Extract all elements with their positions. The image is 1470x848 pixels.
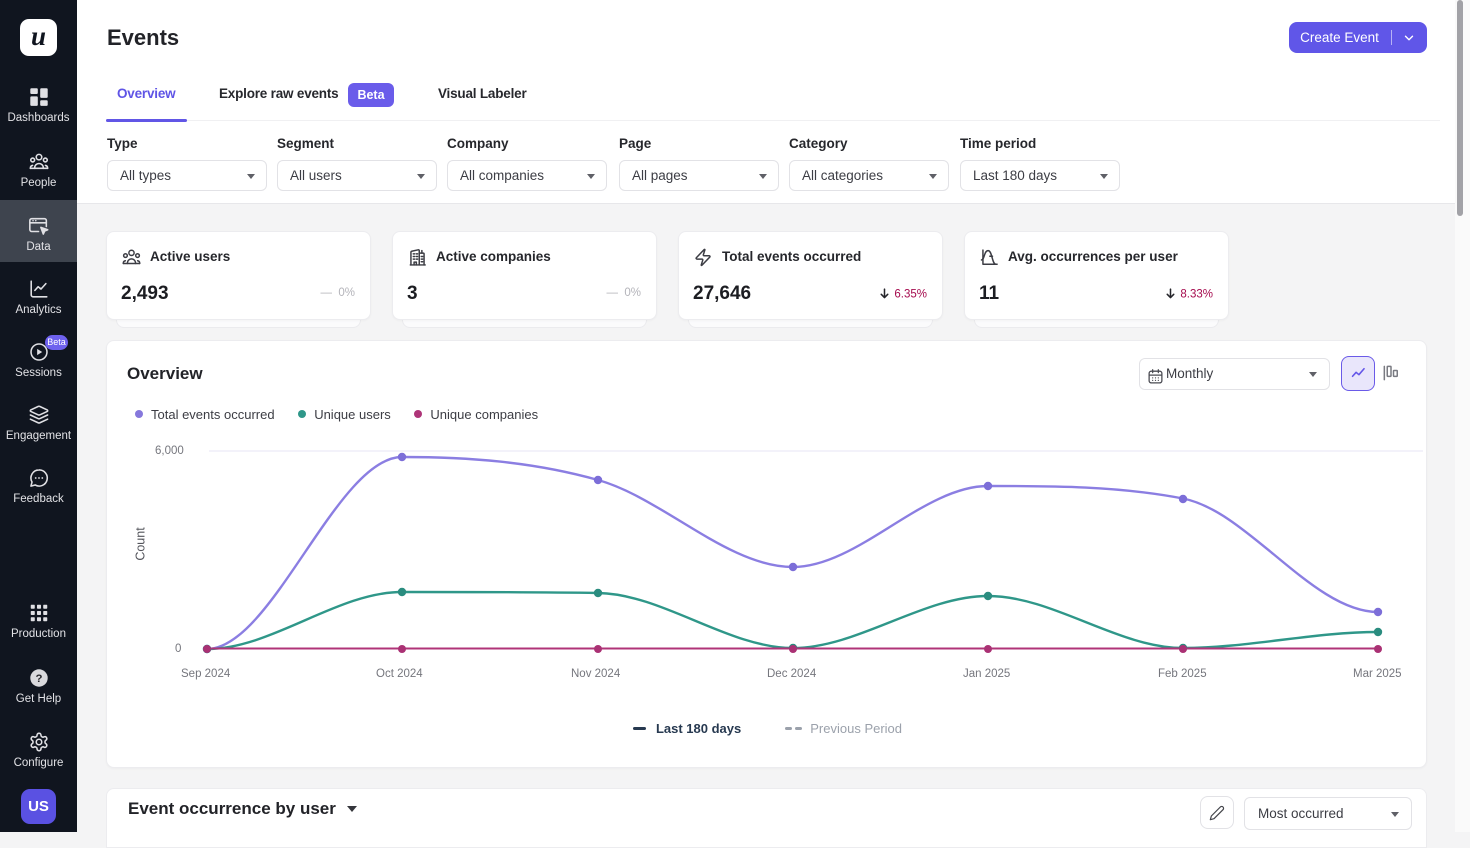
svg-text:?: ? — [35, 673, 42, 685]
